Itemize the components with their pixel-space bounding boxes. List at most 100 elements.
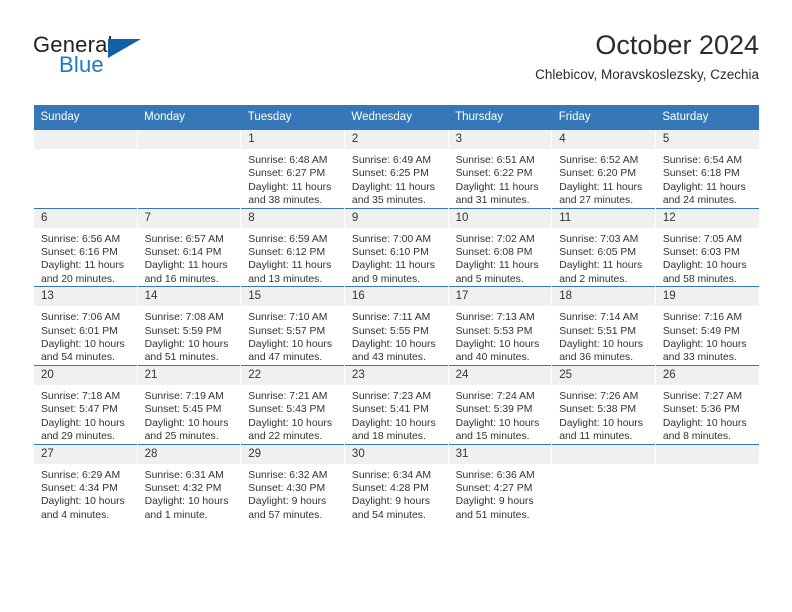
weekday-header-friday: Friday — [551, 105, 656, 130]
sunset-text: Sunset: 6:03 PM — [662, 247, 740, 259]
day-number: 7 — [137, 208, 241, 228]
sunset-text: Sunset: 6:08 PM — [455, 247, 533, 259]
day-details: Sunrise: 7:19 AM Sunset: 5:45 PM Daylight:… — [138, 385, 241, 444]
daylight-text-line2: and 36 minutes. — [559, 352, 634, 364]
day-number: 23 — [344, 365, 448, 385]
day-details: Sunrise: 7:16 AM Sunset: 5:49 PM Daylight:… — [656, 306, 759, 365]
calendar-day-cell[interactable]: 29 Sunrise: 6:32 AM Sunset: 4:30 PM Dayligh… — [240, 443, 345, 523]
day-number: 6 — [34, 208, 137, 228]
calendar-day-cell[interactable]: 16 Sunrise: 7:11 AM Sunset: 5:55 PM Dayligh… — [343, 286, 449, 366]
calendar-day-cell[interactable]: 30 Sunrise: 6:34 AM Sunset: 4:28 PM Dayligh… — [343, 443, 449, 523]
day-number: 9 — [344, 208, 448, 228]
day-number: 25 — [552, 365, 655, 385]
sunrise-text: Sunrise: 7:18 AM — [41, 390, 121, 402]
daylight-text-line1: Daylight: 10 hours — [559, 417, 643, 429]
daylight-text-line1: Daylight: 10 hours — [455, 417, 540, 429]
sunset-text: Sunset: 6:27 PM — [248, 168, 326, 180]
calendar-day-cell[interactable]: 25 Sunrise: 7:26 AM Sunset: 5:38 PM Dayligh… — [551, 364, 656, 444]
calendar-day-cell[interactable]: 23 Sunrise: 7:23 AM Sunset: 5:41 PM Dayligh… — [343, 364, 449, 444]
day-details: Sunrise: 7:23 AM Sunset: 5:41 PM Daylight:… — [345, 385, 448, 444]
day-number: 10 — [448, 208, 552, 228]
daylight-text-line2: and 11 minutes. — [559, 431, 633, 443]
calendar-day-cell[interactable]: 5 Sunrise: 6:54 AM Sunset: 6:18 PM Daylight… — [654, 129, 759, 209]
calendar-page: General Blue October 2024 Chlebicov, Mor… — [0, 0, 792, 612]
day-number: 31 — [448, 444, 552, 464]
weekday-header-saturday: Saturday — [655, 105, 759, 130]
daylight-text-line1: Daylight: 10 hours — [662, 417, 747, 429]
day-details: Sunrise: 7:11 AM Sunset: 5:55 PM Daylight:… — [345, 306, 448, 365]
calendar-day-cell[interactable]: 19 Sunrise: 7:16 AM Sunset: 5:49 PM Dayligh… — [654, 286, 759, 366]
calendar-day-cell[interactable]: 14 Sunrise: 7:08 AM Sunset: 5:59 PM Dayligh… — [136, 286, 241, 366]
sunrise-text: Sunrise: 7:02 AM — [455, 233, 535, 245]
sunrise-text: Sunrise: 7:23 AM — [351, 390, 432, 402]
day-details: Sunrise: 7:14 AM Sunset: 5:51 PM Daylight:… — [552, 306, 655, 365]
daylight-text-line1: Daylight: 11 hours — [351, 260, 435, 272]
calendar-day-cell[interactable]: 24 Sunrise: 7:24 AM Sunset: 5:39 PM Dayligh… — [447, 364, 552, 444]
sunset-text: Sunset: 5:38 PM — [559, 404, 637, 416]
day-details: Sunrise: 6:36 AM Sunset: 4:27 PM Daylight:… — [449, 464, 552, 523]
sunrise-text: Sunrise: 7:00 AM — [351, 233, 432, 245]
day-number: 14 — [137, 287, 241, 307]
sunrise-text: Sunrise: 7:10 AM — [248, 312, 328, 324]
daylight-text-line1: Daylight: 11 hours — [351, 181, 435, 193]
sunset-text: Sunset: 5:36 PM — [662, 404, 740, 416]
day-details: Sunrise: 7:26 AM Sunset: 5:38 PM Daylight:… — [552, 385, 655, 444]
calendar-day-cell[interactable]: 21 Sunrise: 7:19 AM Sunset: 5:45 PM Dayligh… — [136, 364, 241, 444]
calendar-day-cell[interactable]: 15 Sunrise: 7:10 AM Sunset: 5:57 PM Dayligh… — [240, 286, 345, 366]
calendar-day-cell[interactable]: 12 Sunrise: 7:05 AM Sunset: 6:03 PM Dayligh… — [654, 207, 759, 287]
daylight-text-line2: and 29 minutes. — [41, 431, 115, 443]
calendar-day-cell[interactable]: 7 Sunrise: 6:57 AM Sunset: 6:14 PM Daylight… — [136, 207, 241, 287]
day-details: Sunrise: 6:54 AM Sunset: 6:18 PM Daylight:… — [656, 149, 759, 208]
day-details: Sunrise: 6:52 AM Sunset: 6:20 PM Daylight:… — [552, 149, 655, 208]
brand-triangle-icon — [108, 39, 141, 58]
daylight-text-line1: Daylight: 10 hours — [351, 339, 436, 351]
calendar-day-cell[interactable]: 2 Sunrise: 6:49 AM Sunset: 6:25 PM Daylight… — [343, 129, 449, 209]
day-details: Sunrise: 7:10 AM Sunset: 5:57 PM Daylight:… — [241, 306, 344, 365]
sunset-text: Sunset: 4:34 PM — [41, 482, 118, 494]
daylight-text-line2: and 31 minutes. — [455, 195, 530, 207]
sunrise-text: Sunrise: 7:19 AM — [144, 390, 224, 402]
day-details: Sunrise: 7:27 AM Sunset: 5:36 PM Daylight:… — [656, 385, 759, 444]
sunset-text: Sunset: 4:30 PM — [248, 482, 326, 494]
calendar-day-cell[interactable]: 11 Sunrise: 7:03 AM Sunset: 6:05 PM Dayligh… — [551, 207, 656, 287]
sunset-text: Sunset: 6:25 PM — [351, 168, 429, 180]
page-title: October 2024 — [595, 30, 759, 60]
day-number: 5 — [655, 130, 759, 149]
calendar-day-cell[interactable]: 31 Sunrise: 6:36 AM Sunset: 4:27 PM Dayligh… — [447, 443, 552, 523]
daylight-text-line2: and 22 minutes. — [248, 431, 323, 443]
calendar-day-cell[interactable]: 8 Sunrise: 6:59 AM Sunset: 6:12 PM Daylight… — [240, 207, 345, 287]
day-details: Sunrise: 7:08 AM Sunset: 5:59 PM Daylight:… — [138, 306, 241, 365]
calendar-day-cell[interactable]: 22 Sunrise: 7:21 AM Sunset: 5:43 PM Dayligh… — [240, 364, 345, 444]
daylight-text-line1: Daylight: 9 hours — [455, 496, 534, 508]
calendar-day-cell[interactable]: 27 Sunrise: 6:29 AM Sunset: 4:34 PM Dayligh… — [33, 443, 138, 523]
sunrise-text: Sunrise: 7:16 AM — [662, 312, 742, 324]
calendar-day-cell[interactable]: 9 Sunrise: 7:00 AM Sunset: 6:10 PM Daylight… — [343, 207, 449, 287]
day-number: 12 — [655, 208, 759, 228]
calendar-day-cell[interactable]: 6 Sunrise: 6:56 AM Sunset: 6:16 PM Daylight… — [33, 207, 138, 287]
calendar-day-cell[interactable]: 17 Sunrise: 7:13 AM Sunset: 5:53 PM Dayligh… — [447, 286, 552, 366]
brand-logo[interactable]: General Blue — [33, 32, 263, 92]
calendar-day-cell[interactable]: 3 Sunrise: 6:51 AM Sunset: 6:22 PM Daylight… — [447, 129, 552, 209]
daylight-text-line2: and 27 minutes. — [559, 195, 634, 207]
calendar-day-cell[interactable]: 4 Sunrise: 6:52 AM Sunset: 6:20 PM Daylight… — [551, 129, 656, 209]
daylight-text-line2: and 47 minutes. — [248, 352, 323, 364]
day-number — [655, 444, 759, 464]
calendar-day-cell[interactable]: 20 Sunrise: 7:18 AM Sunset: 5:47 PM Dayligh… — [33, 364, 138, 444]
calendar-day-cell[interactable]: 1 Sunrise: 6:48 AM Sunset: 6:27 PM Daylight… — [240, 129, 345, 209]
daylight-text-line2: and 16 minutes. — [144, 273, 219, 285]
daylight-text-line1: Daylight: 10 hours — [662, 339, 747, 351]
calendar-day-cell[interactable]: 18 Sunrise: 7:14 AM Sunset: 5:51 PM Dayligh… — [551, 286, 656, 366]
calendar-day-cell[interactable]: 10 Sunrise: 7:02 AM Sunset: 6:08 PM Dayligh… — [447, 207, 552, 287]
calendar-day-cell[interactable]: 28 Sunrise: 6:31 AM Sunset: 4:32 PM Dayligh… — [136, 443, 241, 523]
daylight-text-line2: and 57 minutes. — [248, 509, 323, 521]
calendar-day-cell[interactable]: 13 Sunrise: 7:06 AM Sunset: 6:01 PM Dayligh… — [33, 286, 138, 366]
sunrise-text: Sunrise: 7:14 AM — [559, 312, 639, 324]
calendar-week-row: 20 Sunrise: 7:18 AM Sunset: 5:47 PM Dayligh… — [33, 364, 759, 444]
weekday-header-wednesday: Wednesday — [344, 105, 449, 130]
day-number: 30 — [344, 444, 448, 464]
daylight-text-line2: and 38 minutes. — [248, 195, 323, 207]
calendar-day-cell[interactable]: 26 Sunrise: 7:27 AM Sunset: 5:36 PM Dayligh… — [654, 364, 759, 444]
daylight-text-line2: and 13 minutes. — [248, 273, 323, 285]
day-number: 4 — [552, 130, 655, 149]
sunrise-text: Sunrise: 7:08 AM — [144, 312, 224, 324]
